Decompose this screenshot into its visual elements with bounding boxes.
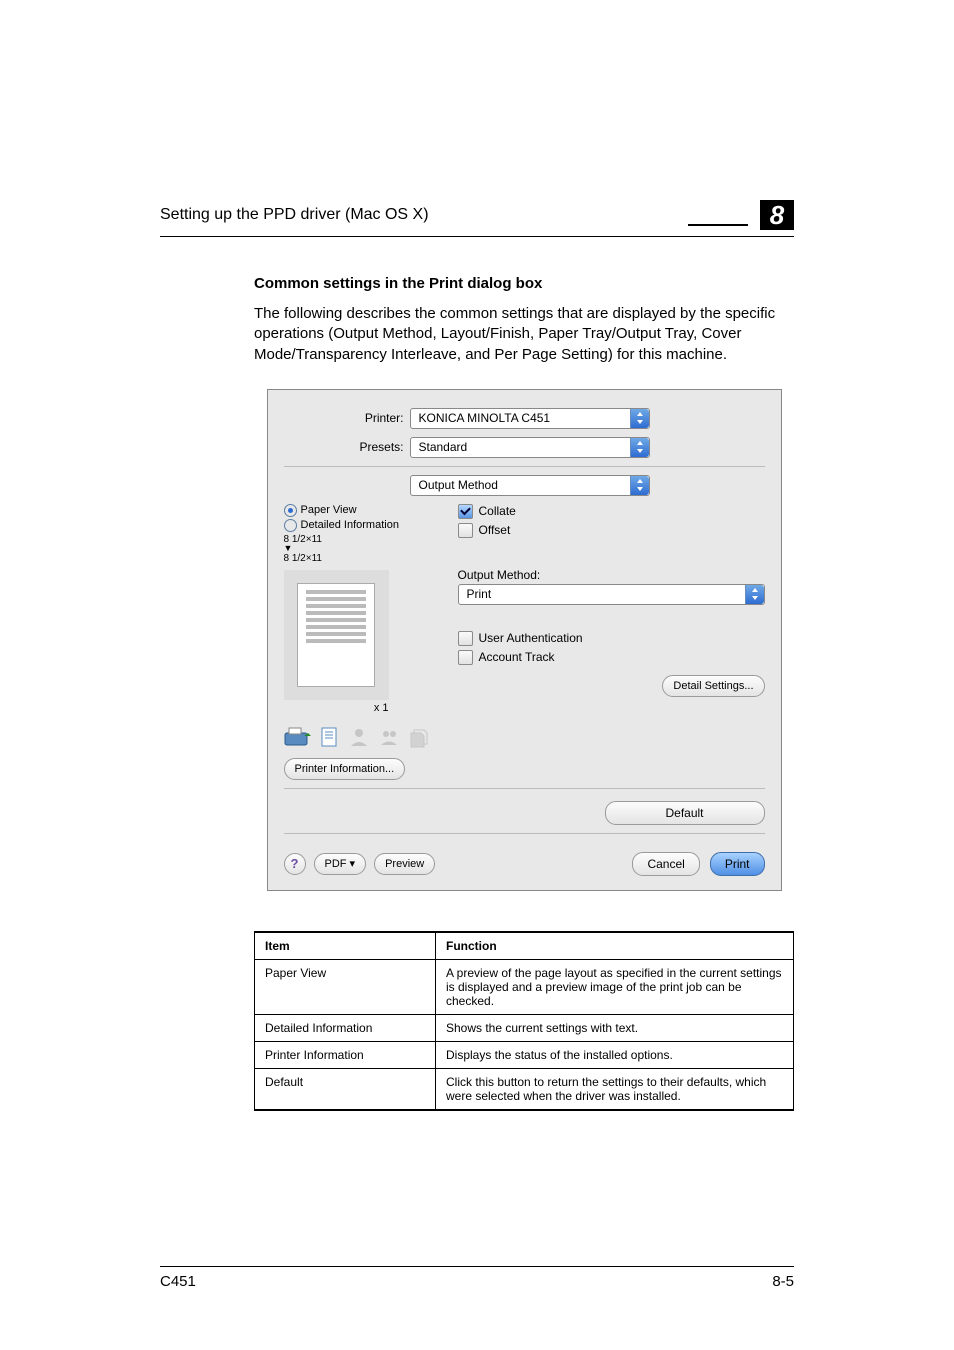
- separator: [284, 466, 765, 467]
- section-heading: Common settings in the Print dialog box: [254, 275, 794, 292]
- separator: [284, 788, 765, 789]
- section-intro: The following describes the common setti…: [254, 304, 794, 365]
- radio-paper-view[interactable]: Paper View: [284, 504, 444, 517]
- function-cell: Click this button to return the settings…: [436, 1068, 794, 1110]
- group-icon: [378, 726, 400, 748]
- table-row: Default Click this button to return the …: [255, 1068, 794, 1110]
- printer-value: KONICA MINOLTA C451: [411, 411, 630, 425]
- print-dialog: Printer: KONICA MINOLTA C451 Presets: St…: [267, 389, 782, 891]
- printer-label: Printer:: [284, 411, 410, 425]
- header-item: Item: [255, 932, 436, 960]
- table-row: Printer Information Displays the status …: [255, 1041, 794, 1068]
- table-row: Paper View A preview of the page layout …: [255, 959, 794, 1014]
- output-method-label: Output Method:: [458, 568, 765, 582]
- account-track-label: Account Track: [479, 650, 555, 664]
- detail-settings-button[interactable]: Detail Settings...: [662, 675, 764, 697]
- pdf-button[interactable]: PDF ▾: [314, 853, 367, 875]
- item-cell: Default: [255, 1068, 436, 1110]
- item-cell: Printer Information: [255, 1041, 436, 1068]
- separator: [284, 833, 765, 834]
- output-method-value: Print: [459, 587, 745, 601]
- print-button[interactable]: Print: [710, 852, 765, 876]
- printer-information-button[interactable]: Printer Information...: [284, 758, 406, 780]
- footer-page: 8-5: [772, 1273, 794, 1290]
- checkbox-icon: [458, 523, 473, 538]
- presets-select[interactable]: Standard: [410, 437, 650, 458]
- header-function: Function: [436, 932, 794, 960]
- table-header-row: Item Function: [255, 932, 794, 960]
- radio-dot-icon: [284, 504, 297, 517]
- collate-checkbox[interactable]: Collate: [458, 504, 765, 519]
- chevron-updown-icon: [630, 476, 649, 495]
- page-footer: C451 8-5: [160, 1266, 794, 1290]
- user-icon: [348, 726, 370, 748]
- cancel-button[interactable]: Cancel: [632, 852, 699, 876]
- printer-icon: [284, 726, 312, 748]
- preview-count: x 1: [284, 702, 389, 714]
- preview-sheet-icon: [297, 583, 375, 687]
- item-cell: Paper View: [255, 959, 436, 1014]
- chevron-updown-icon: [745, 585, 764, 604]
- function-cell: Shows the current settings with text.: [436, 1014, 794, 1041]
- checkbox-icon: [458, 631, 473, 646]
- output-method-select[interactable]: Print: [458, 584, 765, 605]
- running-title: Setting up the PPD driver (Mac OS X): [160, 206, 429, 224]
- running-header: Setting up the PPD driver (Mac OS X) 8: [160, 200, 794, 237]
- function-cell: Displays the status of the installed opt…: [436, 1041, 794, 1068]
- document-lock-icon: [320, 726, 340, 748]
- item-cell: Detailed Information: [255, 1014, 436, 1041]
- table-row: Detailed Information Shows the current s…: [255, 1014, 794, 1041]
- panel-select[interactable]: Output Method: [410, 475, 650, 496]
- paper-size-top: 8 1/2×11: [284, 534, 444, 545]
- copy-guard-icon: [408, 726, 430, 748]
- paper-preview: [284, 570, 389, 700]
- chapter-number: 8: [760, 200, 794, 230]
- radio-dot-icon: [284, 519, 297, 532]
- radio-detailed-label: Detailed Information: [301, 519, 399, 531]
- panel-value: Output Method: [411, 478, 630, 492]
- user-authentication-checkbox[interactable]: User Authentication: [458, 631, 765, 646]
- checkbox-icon: [458, 650, 473, 665]
- chevron-updown-icon: [630, 409, 649, 428]
- default-button[interactable]: Default: [605, 801, 765, 825]
- paper-size-bottom: 8 1/2×11: [284, 553, 444, 564]
- preview-button[interactable]: Preview: [374, 853, 435, 875]
- checkbox-checked-icon: [458, 504, 473, 519]
- printer-select[interactable]: KONICA MINOLTA C451: [410, 408, 650, 429]
- collate-label: Collate: [479, 504, 516, 518]
- footer-model: C451: [160, 1273, 196, 1290]
- offset-checkbox[interactable]: Offset: [458, 523, 765, 538]
- account-track-checkbox[interactable]: Account Track: [458, 650, 765, 665]
- offset-label: Offset: [479, 523, 511, 537]
- chevron-updown-icon: [630, 438, 649, 457]
- function-table: Item Function Paper View A preview of th…: [254, 931, 794, 1111]
- function-cell: A preview of the page layout as specifie…: [436, 959, 794, 1014]
- presets-label: Presets:: [284, 440, 410, 454]
- chapter-indicator: 8: [688, 200, 794, 230]
- presets-value: Standard: [411, 440, 630, 454]
- arrow-down-icon: ▼: [284, 545, 444, 551]
- radio-paper-view-label: Paper View: [301, 504, 357, 516]
- help-button[interactable]: ?: [284, 853, 306, 875]
- user-authentication-label: User Authentication: [479, 631, 583, 645]
- radio-detailed-information[interactable]: Detailed Information: [284, 519, 444, 532]
